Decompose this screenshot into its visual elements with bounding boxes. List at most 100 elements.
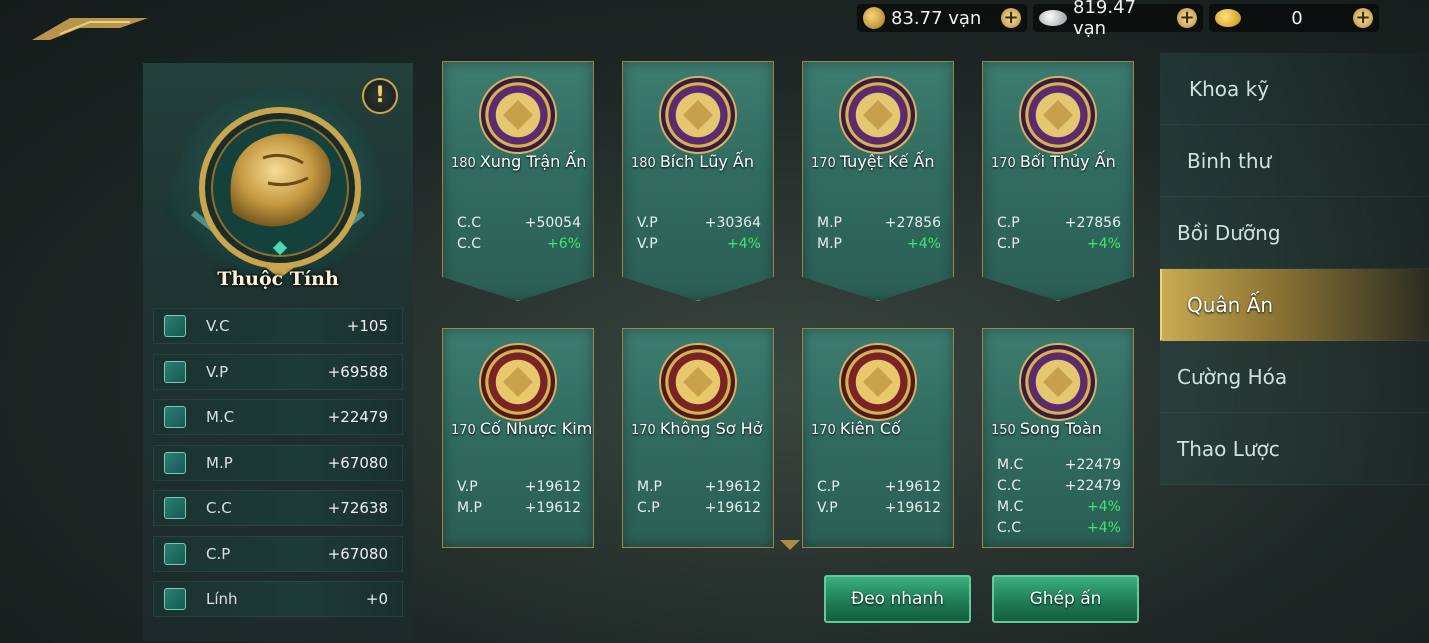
currency-bar: 83.77 vạn + 819.47 vạn + 0 +: [857, 0, 1379, 39]
add-silver-button[interactable]: +: [1177, 8, 1197, 28]
seal-card[interactable]: 150 Song Toàn M.C +22479 C.C +22479 M.C +4% …: [982, 328, 1134, 548]
seal-stat-row: V.P +30364: [637, 215, 761, 236]
seal-stat-value: +19612: [524, 500, 581, 516]
seal-stat-row: V.P +4%: [637, 236, 761, 257]
menu-item-binh-thu[interactable]: Binh thư: [1160, 125, 1429, 197]
coin-amount: 83.77 vạn: [891, 7, 982, 29]
crown-seal-icon: [1019, 343, 1097, 421]
menu-item-cuong-hoa[interactable]: Cường Hóa: [1160, 341, 1429, 413]
seal-stat-value: +4%: [727, 236, 761, 252]
seal-stats: C.C +50054 C.C +6%: [457, 215, 581, 257]
seal-stat-value: +19612: [884, 479, 941, 495]
seal-stats: M.P +27856 M.P +4%: [817, 215, 941, 257]
seal-level: 150: [991, 423, 1016, 438]
stat-label: M.C: [206, 408, 235, 426]
seal-stat-row: M.P +19612: [637, 479, 761, 500]
menu-item-quan-an[interactable]: Quân Ấn: [1160, 269, 1429, 341]
add-coin-button[interactable]: +: [1001, 8, 1021, 28]
currency-coin: 83.77 vạn +: [857, 4, 1027, 32]
seal-stat-row: V.P +19612: [817, 500, 941, 521]
stat-row: C.C +72638: [153, 490, 403, 526]
seal-title: 150 Song Toàn: [991, 419, 1102, 438]
attribute-list: V.C +105 V.P +69588 M.C +22479 M.P +6708…: [153, 308, 403, 627]
menu-item-thao-luoc[interactable]: Thao Lược: [1160, 413, 1429, 485]
stat-value: +69588: [327, 362, 388, 381]
seal-stats: C.P +19612 V.P +19612: [817, 479, 941, 521]
seal-card[interactable]: 170 Tuyệt Kế Ấn M.P +27856 M.P +4%: [802, 61, 954, 301]
seal-card[interactable]: 170 Kiên Cố C.P +19612 V.P +19612: [802, 328, 954, 548]
seal-stat-row: M.P +4%: [817, 236, 941, 257]
seal-card[interactable]: 180 Bích Lũy Ấn V.P +30364 V.P +4%: [622, 61, 774, 301]
seal-stat-row: M.C +22479: [997, 457, 1121, 478]
seal-name: Cố Nhược Kim: [479, 419, 593, 438]
gold-ingot-icon: [1215, 9, 1241, 27]
gate-stat-icon: [164, 497, 186, 519]
seal-name: Tuyệt Kế Ấn: [839, 152, 935, 171]
seal-card[interactable]: 170 Không Sơ Hở M.P +19612 C.P +19612: [622, 328, 774, 548]
seal-card[interactable]: 170 Cố Nhược Kim V.P +19612 M.P +19612: [442, 328, 594, 548]
silver-amount: 819.47 vạn: [1073, 0, 1136, 39]
seal-title: 170 Cố Nhược Kim: [451, 419, 592, 438]
attribute-title: Thuộc Tính: [217, 268, 339, 290]
seal-stat-value: +22479: [1064, 478, 1121, 494]
seal-stat-row: C.C +4%: [997, 520, 1121, 541]
menu-item-label: Quân Ấn: [1187, 292, 1274, 317]
menu-item-boi-duong[interactable]: Bồi Dưỡng: [1160, 197, 1429, 269]
seal-stat-label: C.P: [637, 500, 660, 516]
stat-row: C.P +67080: [153, 535, 403, 572]
seal-level: 170: [631, 423, 656, 438]
stat-label: V.C: [206, 317, 230, 335]
seal-stats: V.P +30364 V.P +4%: [637, 215, 761, 257]
stat-row: M.C +22479: [153, 399, 403, 435]
seal-stat-value: +19612: [884, 500, 941, 516]
seal-stat-label: M.P: [457, 500, 482, 516]
seal-stat-value: +4%: [1087, 236, 1121, 252]
seal-stat-row: M.C +4%: [997, 499, 1121, 520]
seal-card[interactable]: 180 Xung Trận Ấn C.C +50054 C.C +6%: [442, 61, 594, 301]
horse-stat-icon: [164, 542, 186, 565]
menu-item-label: Binh thư: [1187, 148, 1272, 173]
seal-name: Xung Trận Ấn: [479, 152, 587, 171]
gold-amount: 0: [1291, 7, 1303, 29]
sword-seal-icon: [1019, 76, 1097, 154]
stat-row: V.C +105: [153, 308, 403, 344]
stat-label: M.P: [206, 453, 233, 472]
side-menu: Khoa kỹ Binh thư Bồi Dưỡng Quân Ấn Cường…: [1160, 53, 1429, 485]
add-gold-button[interactable]: +: [1353, 8, 1373, 28]
stat-value: +67080: [327, 544, 388, 563]
seal-stat-row: V.P +19612: [457, 479, 581, 500]
seal-title: 180 Xung Trận Ấn: [451, 152, 586, 171]
seal-name: Song Toàn: [1019, 419, 1102, 438]
menu-item-label: Thao Lược: [1177, 436, 1280, 461]
stat-label: C.P: [206, 544, 231, 563]
seal-level: 170: [811, 156, 836, 171]
seal-card[interactable]: 170 Bối Thủy Ấn C.P +27856 C.P +4%: [982, 61, 1134, 301]
seal-stat-value: +50054: [524, 215, 581, 231]
menu-item-khoa-ky[interactable]: Khoa kỹ: [1160, 53, 1429, 125]
seal-stat-label: V.P: [457, 479, 478, 495]
stat-value: +0: [365, 590, 388, 608]
seal-stat-value: +4%: [1087, 499, 1121, 515]
seal-stat-label: C.C: [457, 236, 482, 252]
sword-stat-icon: [164, 315, 186, 337]
armor-stat-icon: [164, 360, 186, 383]
seal-title: 170 Bối Thủy Ấn: [991, 152, 1116, 171]
seal-stat-label: C.C: [457, 215, 482, 231]
menu-item-label: Cường Hóa: [1177, 364, 1288, 389]
seal-stat-label: M.C: [997, 499, 1024, 515]
seal-stat-label: C.P: [997, 236, 1020, 252]
quick-equip-button[interactable]: Đeo nhanh: [824, 575, 971, 623]
info-button[interactable]: !: [362, 78, 398, 114]
seal-level: 180: [631, 156, 656, 171]
seal-level: 170: [451, 423, 476, 438]
seal-title: 170 Không Sơ Hở: [631, 419, 762, 438]
seal-title: 170 Kiên Cố: [811, 419, 901, 438]
stat-row: Lính +0: [153, 581, 403, 617]
combine-seal-button[interactable]: Ghép ấn: [992, 575, 1139, 623]
seal-stat-value: +19612: [704, 500, 761, 516]
stat-value: +22479: [327, 408, 388, 426]
stat-row: V.P +69588: [153, 353, 403, 390]
seal-stat-value: +27856: [884, 215, 941, 231]
arrow-seal-icon: [479, 76, 557, 154]
seal-stat-row: C.P +4%: [997, 236, 1121, 257]
